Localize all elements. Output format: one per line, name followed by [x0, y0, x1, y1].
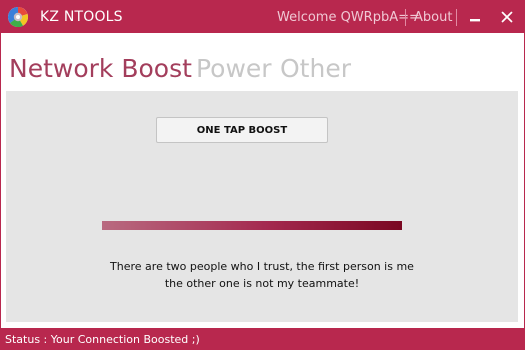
boost-progress-fill — [102, 221, 402, 230]
quote-text: There are two people who I trust, the fi… — [66, 258, 458, 292]
close-icon — [501, 8, 513, 27]
tab-power[interactable]: Power — [196, 54, 272, 83]
app-title: KZ NTOOLS — [40, 9, 123, 25]
boost-progress-bar — [102, 221, 402, 230]
quote-line: There are two people who I trust, the fi… — [110, 260, 414, 273]
title-separator — [456, 9, 457, 26]
app-logo-icon — [7, 6, 29, 28]
about-link[interactable]: About — [414, 10, 452, 25]
welcome-label: Welcome QWRpbA== — [277, 10, 420, 25]
title-separator — [405, 9, 406, 26]
tab-network-boost[interactable]: Network Boost — [9, 54, 192, 83]
close-button[interactable] — [496, 7, 518, 27]
app-window: KZ NTOOLS Welcome QWRpbA== About Network… — [0, 0, 525, 350]
title-bar[interactable]: KZ NTOOLS Welcome QWRpbA== About — [1, 1, 524, 33]
minimize-icon — [469, 8, 481, 27]
network-boost-panel: ONE TAP BOOST There are two people who I… — [6, 91, 518, 322]
tab-other[interactable]: Other — [280, 54, 351, 83]
status-bar: Status : Your Connection Boosted ;) — [1, 328, 524, 350]
status-text: Status : Your Connection Boosted ;) — [5, 333, 200, 346]
one-tap-boost-button[interactable]: ONE TAP BOOST — [156, 117, 328, 143]
minimize-button[interactable] — [464, 7, 486, 27]
quote-line: the other one is not my teammate! — [164, 277, 360, 290]
